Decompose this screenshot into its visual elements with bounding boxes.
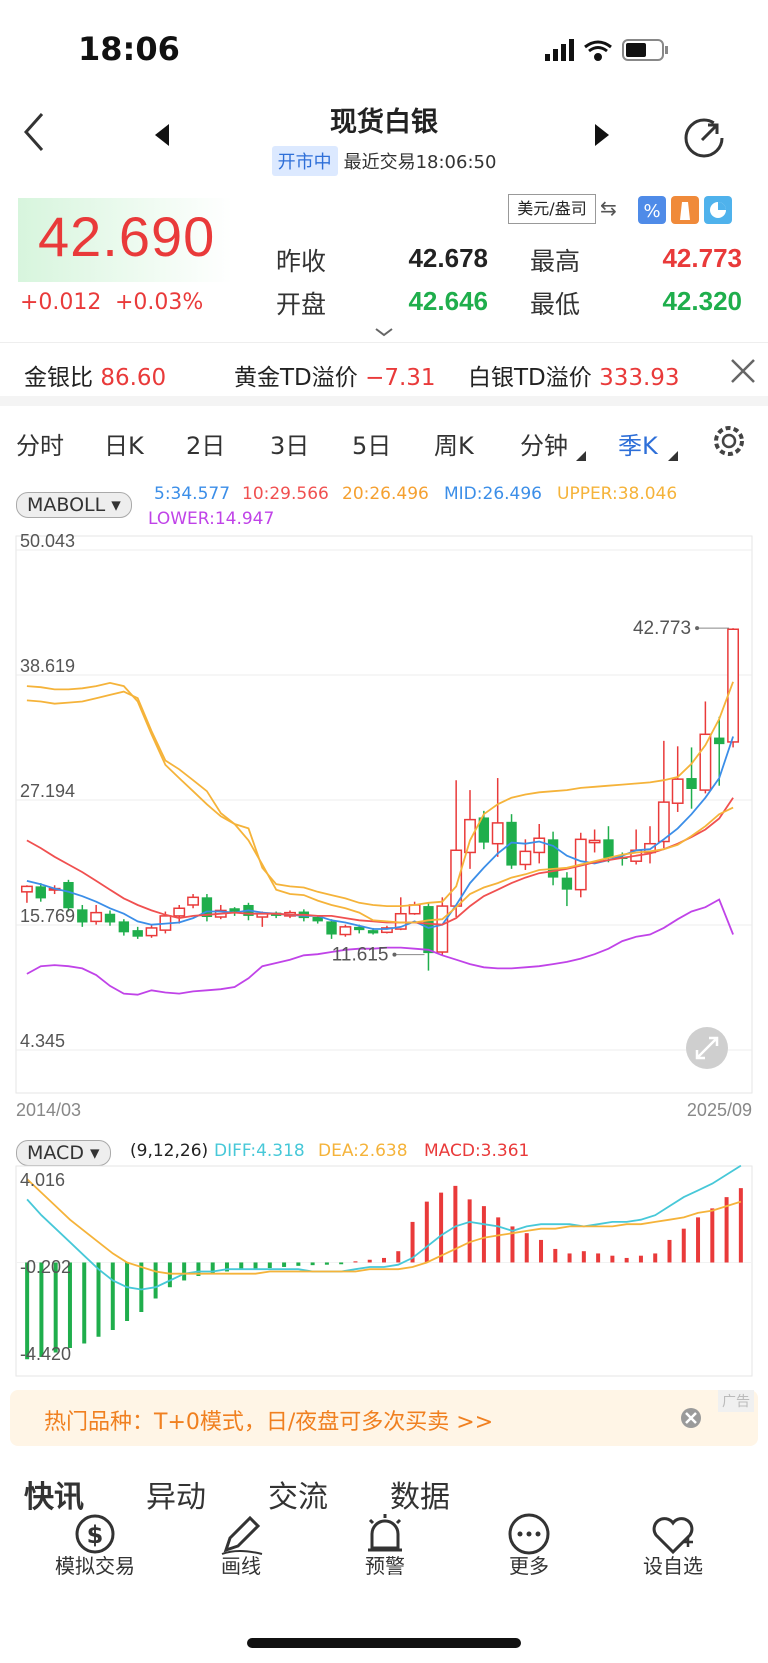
- low-label: 最低: [530, 290, 581, 319]
- fullscreen-icon[interactable]: [686, 1027, 728, 1069]
- macd-y-tick-label: 4.016: [20, 1170, 65, 1190]
- ma5-value: 5:34.577: [154, 484, 231, 504]
- more-button[interactable]: 更多: [469, 1550, 589, 1579]
- status-time: 18:06: [78, 30, 180, 68]
- last-price: 42.690: [38, 205, 216, 268]
- section-divider: [0, 396, 768, 406]
- open-label: 开盘: [276, 290, 327, 319]
- ma10-value: 10:29.566: [242, 484, 329, 504]
- svg-text:%: %: [643, 201, 660, 222]
- tab-5day[interactable]: 5日: [352, 426, 391, 461]
- expand-chevron-icon[interactable]: [374, 327, 394, 337]
- home-indicator[interactable]: [247, 1638, 521, 1648]
- price-change: +0.012: [20, 290, 102, 315]
- candle: [506, 814, 517, 869]
- market-status: 开市中 最近交易18:06:50: [0, 146, 768, 176]
- open-value: 42.646: [408, 286, 488, 316]
- ad-text[interactable]: 热门品种：T+0模式，日/夜盘可多次买卖 >>: [44, 1404, 493, 1436]
- min-marker-dot: [392, 952, 397, 957]
- lower-value: LOWER:14.947: [148, 509, 275, 529]
- pie-icon: [704, 196, 732, 224]
- y-tick-label: 27.194: [20, 781, 75, 801]
- candle: [727, 628, 740, 748]
- unit-selector[interactable]: 美元/盎司: [508, 194, 596, 224]
- settings-icon[interactable]: [712, 424, 746, 458]
- candlestick-chart[interactable]: 50.043 38.619 27.194 15.769 4.345 42.773 11.61…: [0, 530, 768, 1120]
- mid-value: MID:26.496: [444, 484, 542, 504]
- news-tab-flash[interactable]: 快讯: [24, 1472, 84, 1516]
- upper-value: UPPER:38.046: [557, 484, 678, 504]
- draw-line-button[interactable]: 画线: [181, 1550, 301, 1579]
- battery-icon: [622, 39, 668, 61]
- main-indicator-select[interactable]: MABOLL ▾: [16, 492, 132, 518]
- high-value: 42.773: [662, 243, 742, 273]
- tab-3day[interactable]: 3日: [270, 426, 309, 461]
- news-tab-data[interactable]: 数据: [390, 1472, 450, 1516]
- prev-close-label: 昨收: [276, 247, 327, 276]
- high-label: 最高: [530, 247, 581, 276]
- y-tick-label: 4.345: [20, 1031, 65, 1051]
- quarterly-dropdown-icon: [668, 451, 678, 461]
- signal-icon: [545, 39, 574, 61]
- close-icon[interactable]: [730, 358, 756, 384]
- news-tab-discussion[interactable]: 交流: [268, 1472, 328, 1516]
- gold-silver-ratio: 金银比 86.60: [24, 365, 167, 391]
- tab-quarterly[interactable]: 季K: [618, 426, 658, 461]
- macd-params: (9,12,26): [130, 1141, 209, 1161]
- x-start-label: 2014/03: [16, 1100, 81, 1120]
- ad-tag: 广告: [718, 1390, 754, 1412]
- swap-unit-icon[interactable]: ⇆: [600, 196, 617, 220]
- ad-close-icon[interactable]: [680, 1407, 702, 1429]
- macd-y-tick-label: -0.202: [20, 1257, 71, 1277]
- y-tick-label: 38.619: [20, 656, 75, 676]
- add-watchlist-button[interactable]: 设自选: [613, 1550, 733, 1579]
- divider: [0, 342, 768, 343]
- refresh-icon[interactable]: [682, 116, 726, 160]
- macd-chart[interactable]: 4.016 -0.202 -4.420: [0, 1162, 768, 1382]
- candle: [547, 831, 559, 886]
- last-trade-time: 最近交易18:06:50: [343, 152, 497, 173]
- wifi-icon: [584, 40, 612, 61]
- diff-value: DIFF:4.318: [214, 1141, 305, 1161]
- macd-value: MACD:3.361: [424, 1141, 530, 1161]
- y-tick-label: 15.769: [20, 906, 75, 926]
- tab-daily[interactable]: 日K: [104, 426, 144, 461]
- percent-icon: %: [638, 196, 666, 224]
- tab-weekly[interactable]: 周K: [434, 426, 474, 461]
- tab-minute[interactable]: 分钟: [520, 426, 568, 461]
- page-title: 现货白银: [330, 107, 438, 138]
- gold-td-premium: 黄金TD溢价 −7.31: [234, 365, 436, 391]
- ma20-value: 20:26.496: [342, 484, 429, 504]
- x-end-label: 2025/09: [687, 1100, 752, 1120]
- price-change-pct: +0.03%: [115, 290, 204, 315]
- minute-dropdown-icon: [576, 451, 586, 461]
- simulated-trade-button[interactable]: 模拟交易: [35, 1550, 155, 1579]
- market-open-badge: 开市中: [271, 146, 338, 176]
- max-marker-dot: [695, 626, 700, 631]
- next-instrument-icon[interactable]: [595, 124, 609, 146]
- min-price-label: 11.615: [332, 945, 389, 966]
- tab-2day[interactable]: 2日: [186, 426, 225, 461]
- silver-td-premium: 白银TD溢价 333.93: [468, 365, 680, 391]
- alert-button[interactable]: 预警: [325, 1550, 445, 1579]
- dea-value: DEA:2.638: [318, 1141, 408, 1161]
- tab-intraday[interactable]: 分时: [16, 426, 64, 461]
- macd-y-tick-label: -4.420: [20, 1344, 71, 1364]
- max-price-label: 42.773: [633, 618, 691, 639]
- y-tick-label: 50.043: [20, 531, 75, 551]
- candle: [339, 924, 352, 937]
- lighthouse-icon: [671, 196, 699, 224]
- low-value: 42.320: [662, 286, 742, 316]
- quote-tool-icons[interactable]: %: [638, 196, 732, 224]
- prev-close-value: 42.678: [408, 243, 488, 273]
- status-icons: [545, 39, 668, 61]
- news-tab-movement[interactable]: 异动: [146, 1472, 206, 1516]
- svg-text:$: $: [87, 1521, 104, 1549]
